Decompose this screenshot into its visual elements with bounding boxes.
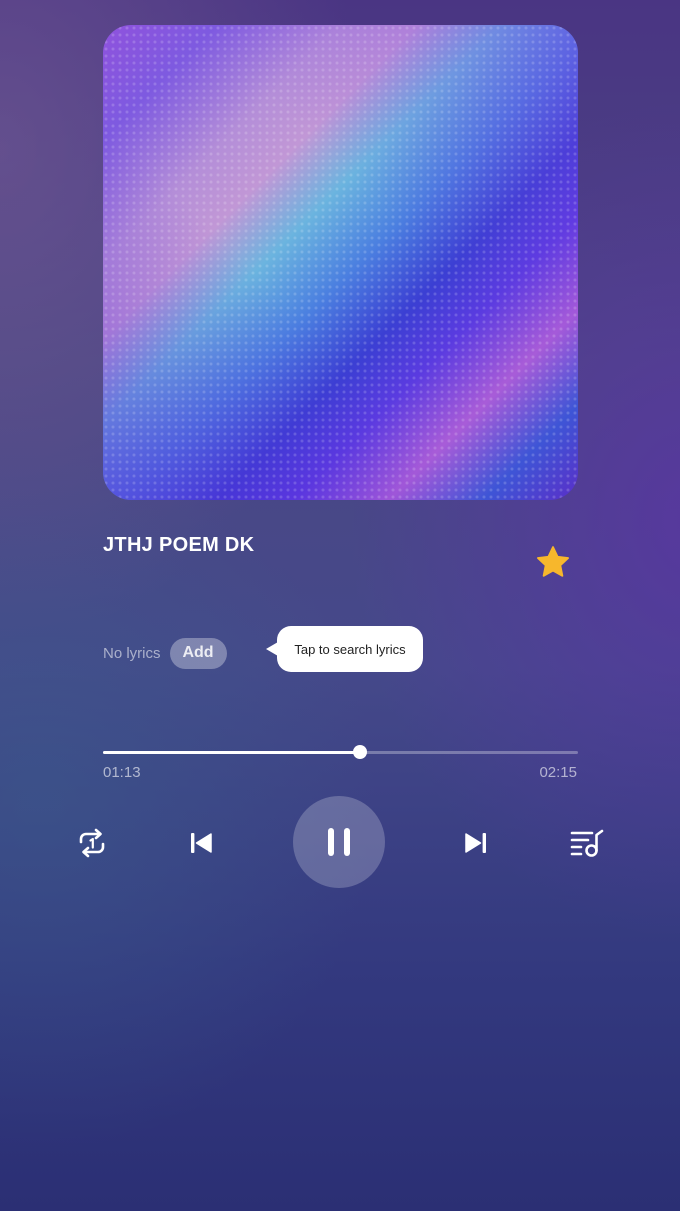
song-title: JTHJ POEM DK — [103, 534, 255, 556]
playlist-music-icon — [570, 829, 604, 857]
previous-button[interactable] — [180, 822, 222, 864]
seek-bar-fill — [103, 751, 360, 754]
skip-next-icon — [465, 833, 486, 853]
seek-bar-thumb[interactable] — [352, 745, 367, 759]
star-icon — [537, 546, 569, 577]
elapsed-time: 01:13 — [103, 764, 141, 781]
queue-button[interactable] — [566, 822, 608, 864]
no-lyrics-label: No lyrics — [103, 644, 161, 662]
skip-previous-icon — [191, 833, 212, 853]
next-button[interactable] — [455, 822, 497, 864]
repeat-button[interactable] — [71, 822, 113, 864]
pause-button[interactable] — [293, 796, 385, 888]
total-time: 02:15 — [539, 764, 577, 781]
pause-icon — [328, 828, 350, 856]
add-lyrics-button[interactable]: Add — [169, 637, 227, 669]
seek-bar[interactable] — [103, 745, 578, 759]
search-lyrics-tooltip[interactable]: Tap to search lyrics — [266, 626, 423, 672]
album-art — [103, 25, 578, 500]
repeat-one-icon — [79, 828, 105, 858]
lyrics-row: No lyrics Add — [103, 637, 227, 669]
tooltip-text: Tap to search lyrics — [294, 641, 406, 657]
favorite-star-icon[interactable] — [534, 543, 572, 581]
